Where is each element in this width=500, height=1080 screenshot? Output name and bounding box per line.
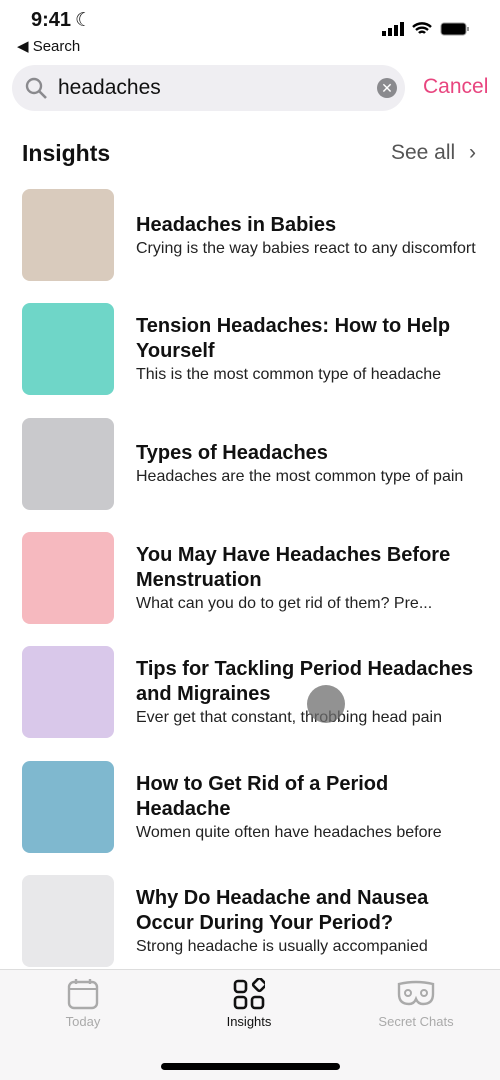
mask-icon — [397, 980, 435, 1006]
article-thumbnail — [22, 646, 114, 739]
article-title: You May Have Headaches Before Menstruati… — [136, 543, 451, 591]
wifi-icon — [412, 22, 432, 34]
tab-label: Secret Chats — [378, 1014, 454, 1029]
section-title: Insights — [22, 140, 111, 166]
list-item[interactable]: Headaches in Babies Crying is the way ba… — [22, 189, 482, 281]
list-item[interactable]: How to Get Rid of a Period Headache Wome… — [22, 760, 482, 853]
battery-icon — [440, 22, 469, 36]
article-thumbnail — [22, 760, 114, 853]
chevron-right-icon: › — [469, 141, 476, 164]
article-title: Tension Headaches: How to Help Yourself — [136, 315, 451, 363]
cancel-button[interactable]: Cancel — [423, 75, 488, 99]
tab-today[interactable]: Today — [0, 978, 166, 1029]
article-title: Types of Headaches — [136, 442, 328, 465]
article-title: Why Do Headache and Nausea Occur During … — [136, 886, 429, 934]
touch-indicator — [307, 685, 345, 723]
article-subtitle: Strong headache is usually accompanied — [136, 937, 428, 955]
article-subtitle: Women quite often have headaches before — [136, 823, 442, 841]
article-thumbnail — [22, 417, 114, 510]
search-icon — [25, 77, 47, 99]
list-item[interactable]: Types of Headaches Headaches are the mos… — [22, 417, 482, 510]
article-title: Headaches in Babies — [136, 213, 337, 236]
tab-label: Insights — [226, 1014, 272, 1029]
see-all-link[interactable]: See all › — [391, 141, 476, 165]
clear-search-button[interactable]: ✕ — [377, 78, 397, 98]
moon-icon: ☾ — [75, 10, 93, 31]
tab-label: Today — [65, 1014, 101, 1029]
article-subtitle: This is the most common type of headache — [136, 366, 442, 384]
article-thumbnail — [22, 874, 114, 967]
article-subtitle: What can you do to get rid of them? Pre.… — [136, 594, 433, 612]
search-input[interactable] — [58, 73, 358, 103]
tab-secret-chats[interactable]: Secret Chats — [333, 978, 499, 1029]
article-subtitle: Headaches are the most common type of pa… — [136, 468, 464, 486]
calendar-icon — [67, 979, 99, 1010]
home-indicator — [161, 1063, 340, 1070]
article-thumbnail — [22, 303, 114, 396]
list-item[interactable]: Why Do Headache and Nausea Occur During … — [22, 874, 482, 967]
list-item[interactable]: You May Have Headaches Before Menstruati… — [22, 531, 482, 624]
list-item[interactable]: Tension Headaches: How to Help Yourself … — [22, 303, 482, 396]
status-time: 9:41 — [31, 9, 72, 31]
back-to-search-link[interactable]: ◀ Search — [17, 37, 80, 55]
tab-insights[interactable]: Insights — [166, 978, 332, 1029]
signal-icon — [382, 22, 404, 36]
status-bar: 9:41 ☾ ◀ Search — [0, 0, 500, 60]
list-item[interactable]: Tips for Tackling Period Headaches and M… — [22, 646, 482, 739]
article-thumbnail — [22, 189, 114, 281]
article-subtitle: Crying is the way babies react to any di… — [136, 239, 476, 257]
article-thumbnail — [22, 531, 114, 624]
article-title: How to Get Rid of a Period Headache — [136, 772, 389, 820]
insights-icon — [233, 978, 265, 1010]
see-all-label: See all — [390, 141, 456, 164]
search-bar: ✕ — [12, 65, 405, 111]
